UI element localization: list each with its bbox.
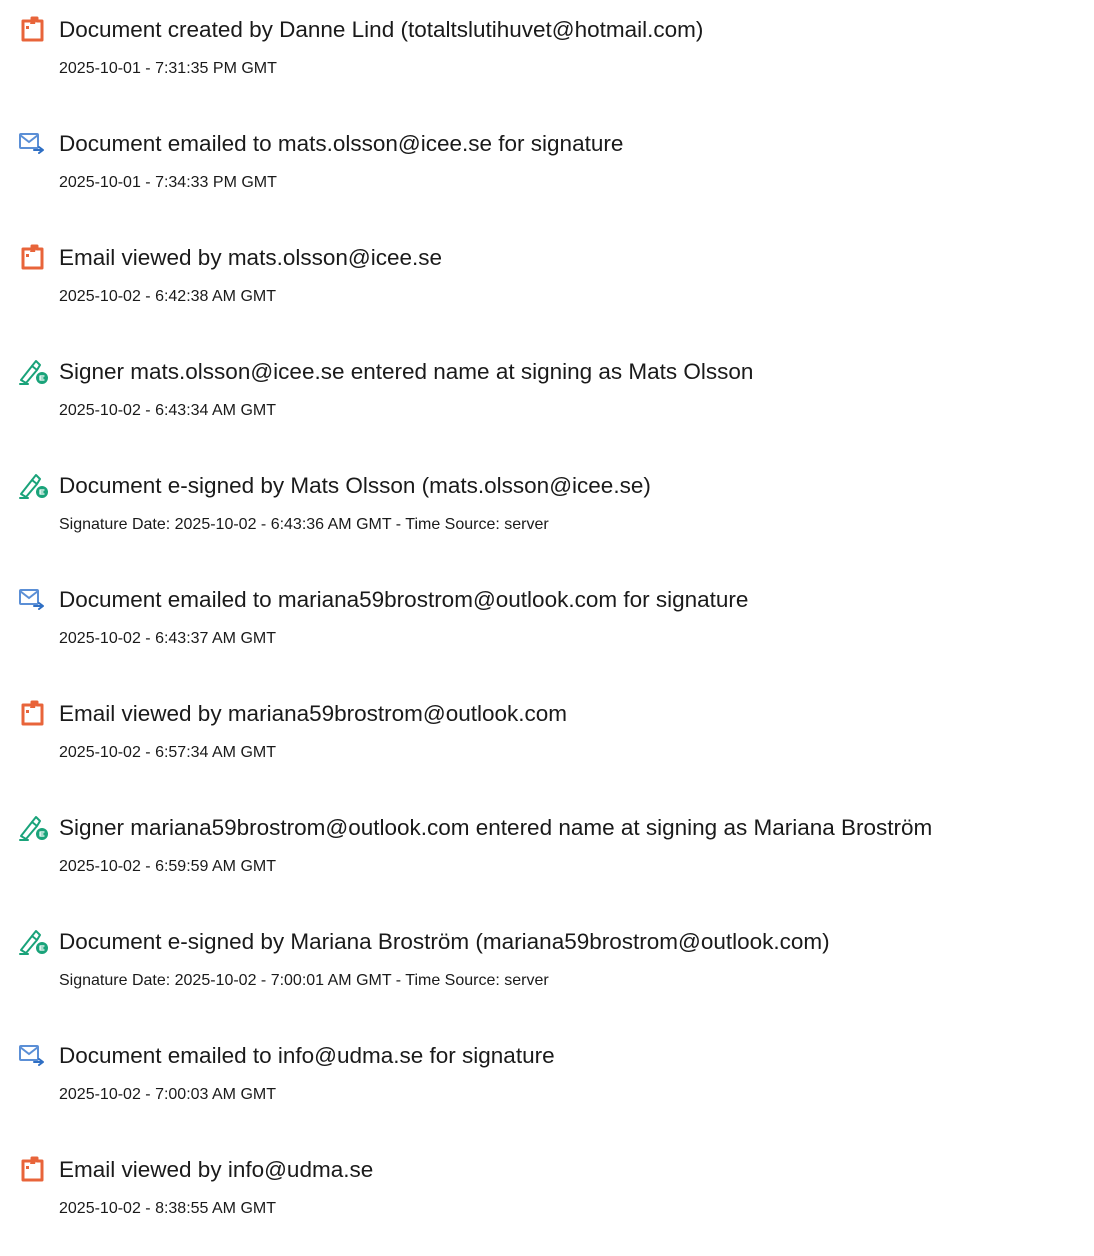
event-timestamp: Signature Date: 2025-10-02 - 6:43:36 AM … xyxy=(59,516,549,533)
audit-log: Document created by Danne Lind (totaltsl… xyxy=(0,0,1094,1224)
event-timestamp: 2025-10-01 - 7:31:35 PM GMT xyxy=(59,60,277,77)
event-text: Email viewed by mats.olsson@icee.se xyxy=(59,245,442,270)
event-timestamp: 2025-10-02 - 6:43:34 AM GMT xyxy=(59,402,276,419)
event-text: Document emailed to mats.olsson@icee.se … xyxy=(59,131,624,156)
event-text: Document emailed to info@udma.se for sig… xyxy=(59,1043,555,1068)
event-timestamp: 2025-10-02 - 8:38:55 AM GMT xyxy=(59,1200,276,1217)
document-icon xyxy=(18,700,50,728)
event-timestamp: 2025-10-02 - 7:00:03 AM GMT xyxy=(59,1086,276,1103)
event-timestamp: 2025-10-01 - 7:34:33 PM GMT xyxy=(59,174,277,191)
document-icon xyxy=(18,16,50,44)
event-text: Signer mats.olsson@icee.se entered name … xyxy=(59,359,754,384)
event-timestamp: 2025-10-02 - 6:42:38 AM GMT xyxy=(59,288,276,305)
event-text: Document e-signed by Mats Olsson (mats.o… xyxy=(59,473,651,498)
email-sent-icon xyxy=(18,130,50,158)
event-text: Document e-signed by Mariana Broström (m… xyxy=(59,929,830,954)
esign-pen-icon xyxy=(18,928,50,956)
document-icon xyxy=(18,244,50,272)
document-icon xyxy=(18,1156,50,1184)
esign-pen-icon xyxy=(18,358,50,386)
event-text: Document emailed to mariana59brostrom@ou… xyxy=(59,587,749,612)
event-timestamp: 2025-10-02 - 6:59:59 AM GMT xyxy=(59,858,276,875)
event-text: Email viewed by mariana59brostrom@outloo… xyxy=(59,701,568,726)
event-text: Signer mariana59brostrom@outlook.com ent… xyxy=(59,815,933,840)
event-timestamp: 2025-10-02 - 6:57:34 AM GMT xyxy=(59,744,276,761)
esign-pen-icon xyxy=(18,472,50,500)
event-text: Document created by Danne Lind (totaltsl… xyxy=(59,17,704,42)
event-text: Email viewed by info@udma.se xyxy=(59,1157,374,1182)
event-timestamp: Signature Date: 2025-10-02 - 7:00:01 AM … xyxy=(59,972,549,989)
event-timestamp: 2025-10-02 - 6:43:37 AM GMT xyxy=(59,630,276,647)
email-sent-icon xyxy=(18,1042,50,1070)
esign-pen-icon xyxy=(18,814,50,842)
email-sent-icon xyxy=(18,586,50,614)
